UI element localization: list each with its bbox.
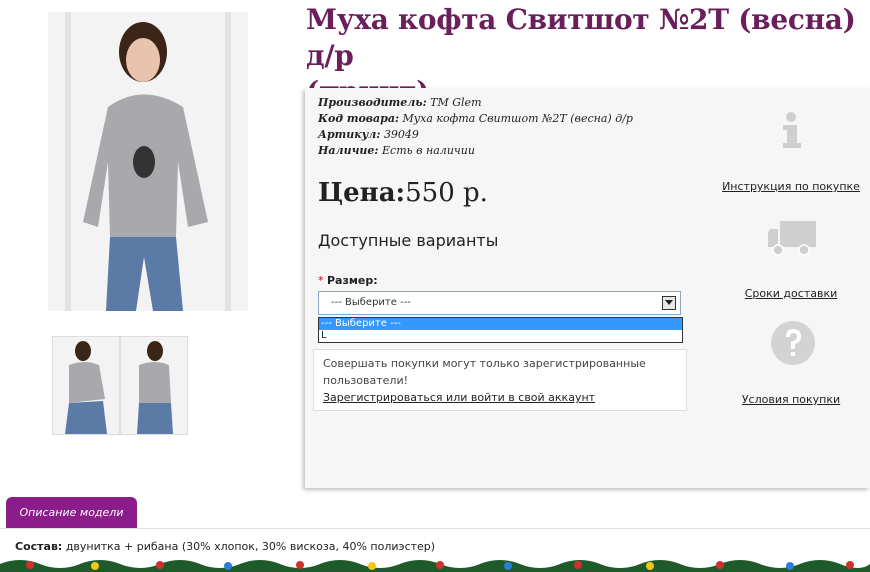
price-value: 550 р.	[405, 178, 488, 208]
product-thumbnail-1[interactable]	[52, 336, 120, 435]
product-thumbnail-2[interactable]	[120, 336, 188, 435]
price-label: Цена:	[318, 178, 406, 208]
info-icon	[771, 110, 811, 154]
tab-model-description[interactable]: Описание модели	[6, 497, 137, 529]
login-notice: Совершать покупки могут только зарегистр…	[313, 349, 687, 411]
product-code-label: Код товара:	[318, 112, 400, 125]
manufacturer-label: Производитель:	[318, 96, 427, 109]
christmas-garland-decoration	[0, 556, 870, 572]
stock-row: Наличие: Есть в наличии	[318, 143, 633, 159]
sku-row: Артикул: 39049	[318, 127, 633, 143]
size-option[interactable]: L	[319, 330, 682, 342]
delivery-terms-link[interactable]: Сроки доставки	[721, 287, 861, 300]
required-mark: *	[318, 274, 324, 287]
sku-label: Артикул:	[318, 128, 381, 141]
variants-heading: Доступные варианты	[318, 231, 499, 250]
purchase-conditions-link[interactable]: Условия покупки	[721, 393, 861, 406]
size-dropdown-list: --- Выберите --- L	[318, 317, 683, 343]
product-code-value: Муха кофта Свитшот №2Т (весна) д/р	[402, 112, 633, 125]
size-select[interactable]: --- Выберите ---	[318, 291, 681, 315]
register-login-link[interactable]: Зарегистрироваться или войти в свой акка…	[323, 391, 595, 404]
product-code-row: Код товара: Муха кофта Свитшот №2Т (весн…	[318, 111, 633, 127]
manufacturer-row: Производитель: ТМ Glem	[318, 95, 633, 111]
product-details: Производитель: ТМ Glem Код товара: Муха …	[318, 95, 633, 159]
question-icon	[770, 320, 816, 370]
chevron-down-icon[interactable]	[662, 296, 676, 310]
product-main-image[interactable]	[48, 12, 248, 311]
purchase-instructions-link[interactable]: Инструкция по покупке	[721, 180, 861, 193]
product-title-line-1: Муха кофта Свитшот №2Т (весна) д/р	[306, 3, 856, 72]
price: Цена:550 р.	[318, 178, 488, 208]
sku-value: 39049	[383, 128, 419, 141]
manufacturer-value: ТМ Glem	[430, 96, 482, 109]
composition-value: двунитка + рибана (30% хлопок, 30% виско…	[65, 540, 436, 553]
stock-value: Есть в наличии	[382, 144, 475, 157]
tab-divider	[0, 528, 870, 529]
size-option[interactable]: --- Выберите ---	[319, 318, 682, 330]
size-label-text: Размер:	[327, 274, 378, 287]
stock-label: Наличие:	[318, 144, 379, 157]
composition: Состав: двунитка + рибана (30% хлопок, 3…	[15, 540, 435, 553]
size-label: * Размер:	[318, 274, 378, 287]
size-select-value: --- Выберите ---	[331, 297, 411, 308]
truck-icon	[768, 219, 818, 263]
login-notice-text: Совершать покупки могут только зарегистр…	[323, 357, 646, 387]
composition-label: Состав:	[15, 540, 63, 553]
